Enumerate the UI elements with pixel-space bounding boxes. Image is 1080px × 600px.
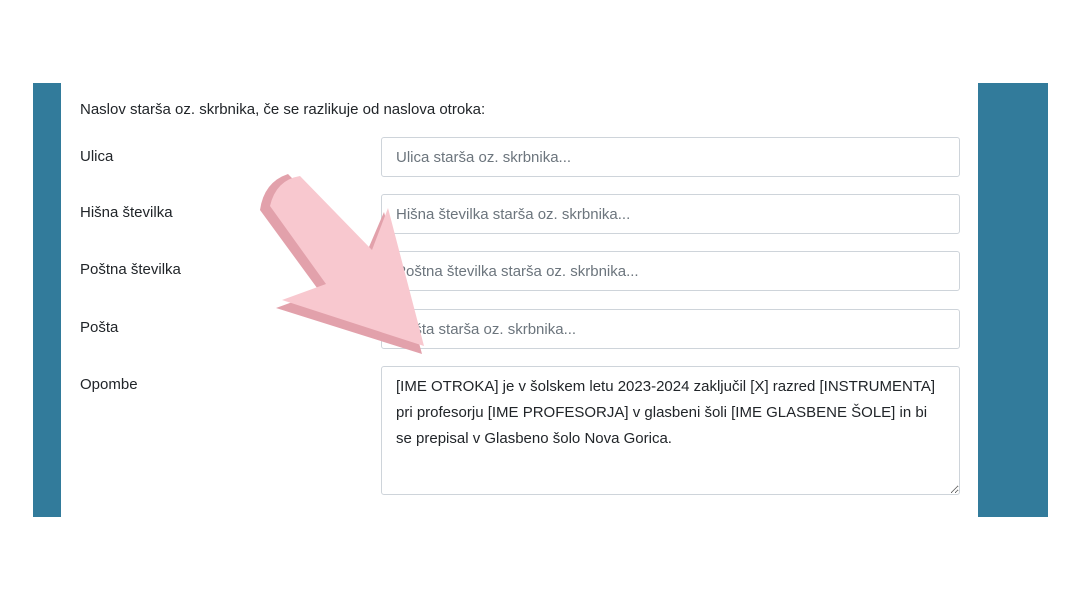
house-number-label: Hišna številka: [80, 204, 173, 221]
post-office-input[interactable]: [381, 309, 960, 349]
postal-code-input[interactable]: [381, 251, 960, 291]
house-number-input[interactable]: [381, 194, 960, 234]
postal-code-label: Poštna številka: [80, 261, 181, 278]
notes-label: Opombe: [80, 376, 138, 393]
post-office-label: Pošta: [80, 319, 119, 336]
left-side-bar: [33, 83, 61, 517]
street-label: Ulica: [80, 148, 114, 165]
notes-textarea[interactable]: [381, 366, 960, 495]
section-heading: Naslov starša oz. skrbnika, če se razlik…: [80, 101, 486, 118]
parent-address-form: Naslov starša oz. skrbnika, če se razlik…: [61, 83, 978, 517]
right-side-bar: [978, 83, 1048, 517]
street-input[interactable]: [381, 137, 960, 177]
